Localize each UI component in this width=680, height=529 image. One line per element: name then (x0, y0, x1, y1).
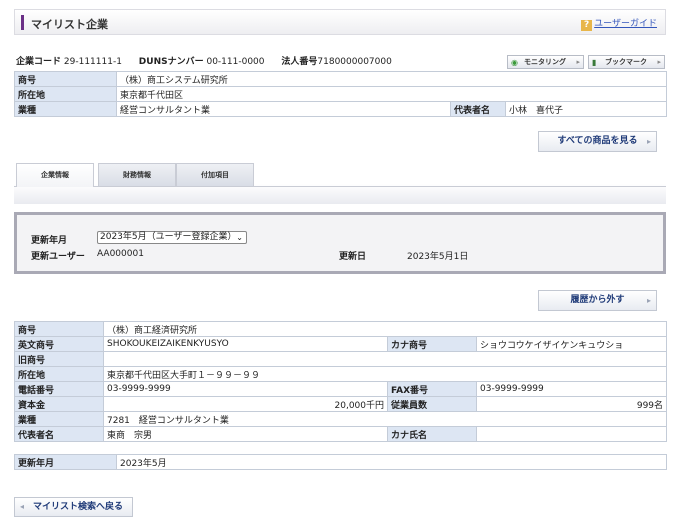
tab-divider (14, 186, 666, 187)
summary-rep-label: 代表者名 (450, 101, 506, 117)
table-row: 業種 経営コンサルタント業 代表者名 小林 喜代子 (14, 101, 668, 117)
footer-update-table: 更新年月 2023年5月 (14, 454, 667, 470)
corp-no-label: 法人番号 (281, 57, 318, 67)
update-info-panel: 更新年月 2023年5月（ユーザー登録企業） ⌄ 更新ユーザー AA000001… (14, 212, 666, 274)
title-accent-bar (21, 15, 24, 30)
footer-update-label: 更新年月 (14, 454, 117, 470)
detail-kana-value: ショウコウケイザイケンキュウショ (475, 336, 668, 352)
detail-employees-label: 従業員数 (387, 396, 477, 412)
page-header: マイリスト企業 ? ユーザーガイド (14, 9, 666, 35)
back-to-search-label: マイリスト検索へ戻る (33, 502, 124, 512)
chevron-down-icon: ⌄ (236, 233, 243, 242)
detail-rep-label: 代表者名 (14, 426, 104, 442)
table-row: 商号 （株）商工システム研究所 (14, 71, 668, 87)
chevron-right-icon: ▸ (646, 296, 651, 305)
tab-strip: 企業情報 財務情報 付加項目 (14, 160, 666, 204)
update-user-value: AA000001 (97, 249, 144, 259)
detail-table: 商号 （株）商工経済研究所 英文商号 SHOKOUKEIZAIKENKYUSYO… (14, 321, 668, 442)
bookmark-label: ブックマーク (605, 58, 647, 66)
summary-address-label: 所在地 (14, 86, 117, 102)
page-title: マイリスト企業 (31, 18, 108, 31)
detail-tel-label: 電話番号 (14, 381, 104, 397)
company-codes: 企業コード 29-111111-1 DUNSナンバー 00-111-0000 法… (16, 54, 392, 67)
all-products-label: すべての商品を見る (557, 136, 638, 146)
monitoring-label: モニタリング (524, 58, 566, 66)
update-month-value: 2023年5月（ユーザー登録企業） (100, 232, 237, 242)
table-row: 資本金 20,000千円 従業員数 999名 (14, 396, 668, 412)
chevron-right-icon: ▸ (646, 137, 651, 146)
update-user-label: 更新ユーザー (31, 252, 85, 262)
user-guide-label: ユーザーガイド (594, 19, 657, 29)
detail-industry-value: 7281 経営コンサルタント業 (102, 411, 668, 427)
detail-capital-value: 20,000千円 (103, 396, 388, 412)
table-row: 電話番号 03-9999-9999 FAX番号 03-9999-9999 (14, 381, 668, 397)
company-code-label: 企業コード (16, 57, 62, 67)
detail-industry-label: 業種 (14, 411, 104, 427)
detail-rep-value: 東商 宗男 (103, 426, 388, 442)
detail-fax-value: 03-9999-9999 (475, 381, 668, 397)
table-row: 所在地 東京都千代田区大手町１－９９－９９ (14, 366, 668, 382)
summary-address-value: 東京都千代田区 (115, 86, 668, 102)
summary-name-label: 商号 (14, 71, 117, 87)
bookmark-button[interactable]: ▮ ブックマーク ▸ (588, 55, 665, 69)
all-products-button[interactable]: すべての商品を見る ▸ (538, 131, 657, 152)
table-row: 英文商号 SHOKOUKEIZAIKENKYUSYO カナ商号 ショウコウケイザ… (14, 336, 668, 352)
detail-name-value: （株）商工経済研究所 (102, 321, 668, 337)
remove-from-history-button[interactable]: 履歴から外す ▸ (538, 290, 657, 311)
summary-industry-label: 業種 (14, 101, 117, 117)
table-row: 旧商号 (14, 351, 668, 367)
user-guide-link[interactable]: ? ユーザーガイド (581, 16, 657, 31)
table-row: 業種 7281 経営コンサルタント業 (14, 411, 668, 427)
detail-capital-label: 資本金 (14, 396, 104, 412)
detail-old-name-value (102, 351, 668, 367)
detail-kana-label: カナ商号 (387, 336, 477, 352)
chevron-right-icon: ▸ (657, 58, 661, 66)
chevron-right-icon: ▸ (576, 58, 580, 66)
table-row: 所在地 東京都千代田区 (14, 86, 668, 102)
detail-en-name-value: SHOKOUKEIZAIKENKYUSYO (103, 336, 388, 352)
back-to-search-button[interactable]: ◂ マイリスト検索へ戻る (14, 497, 133, 517)
remove-from-history-label: 履歴から外す (570, 295, 625, 305)
table-row: 商号 （株）商工経済研究所 (14, 321, 668, 337)
summary-name-value: （株）商工システム研究所 (115, 71, 668, 87)
bookmark-icon: ▮ (592, 58, 597, 67)
footer-update-value: 2023年5月 (116, 454, 667, 470)
table-row: 代表者名 東商 宗男 カナ氏名 (14, 426, 668, 442)
update-month-label: 更新年月 (31, 236, 68, 246)
company-code-value: 29-111111-1 (63, 57, 122, 67)
corp-no-value: 7180000007000 (317, 57, 392, 67)
duns-label: DUNSナンバー (138, 57, 204, 67)
summary-rep-value: 小林 喜代子 (504, 101, 668, 117)
detail-old-name-label: 旧商号 (14, 351, 104, 367)
update-date-label: 更新日 (339, 252, 367, 262)
summary-table: 商号 （株）商工システム研究所 所在地 東京都千代田区 業種 経営コンサルタント… (14, 71, 668, 117)
update-date-value: 2023年5月1日 (407, 252, 469, 262)
detail-employees-value: 999名 (475, 396, 668, 412)
detail-address-value: 東京都千代田区大手町１－９９－９９ (102, 366, 668, 382)
tab-company-info[interactable]: 企業情報 (16, 163, 94, 187)
duns-value: 00-111-0000 (206, 57, 265, 67)
detail-rep-kana-value (475, 426, 668, 442)
tab-additional-items[interactable]: 付加項目 (176, 163, 254, 186)
detail-rep-kana-label: カナ氏名 (387, 426, 477, 442)
monitoring-button[interactable]: ◉ モニタリング ▸ (507, 55, 584, 69)
chevron-left-icon: ◂ (20, 502, 25, 511)
detail-en-name-label: 英文商号 (14, 336, 104, 352)
detail-tel-value: 03-9999-9999 (103, 381, 388, 397)
detail-address-label: 所在地 (14, 366, 104, 382)
table-row: 更新年月 2023年5月 (14, 454, 667, 470)
summary-industry-value: 経営コンサルタント業 (116, 101, 451, 117)
detail-fax-label: FAX番号 (387, 381, 477, 397)
help-icon: ? (581, 20, 593, 31)
tab-financial-info[interactable]: 財務情報 (98, 163, 176, 186)
update-month-select[interactable]: 2023年5月（ユーザー登録企業） ⌄ (97, 231, 247, 244)
detail-name-label: 商号 (14, 321, 104, 337)
rss-icon: ◉ (511, 58, 518, 67)
